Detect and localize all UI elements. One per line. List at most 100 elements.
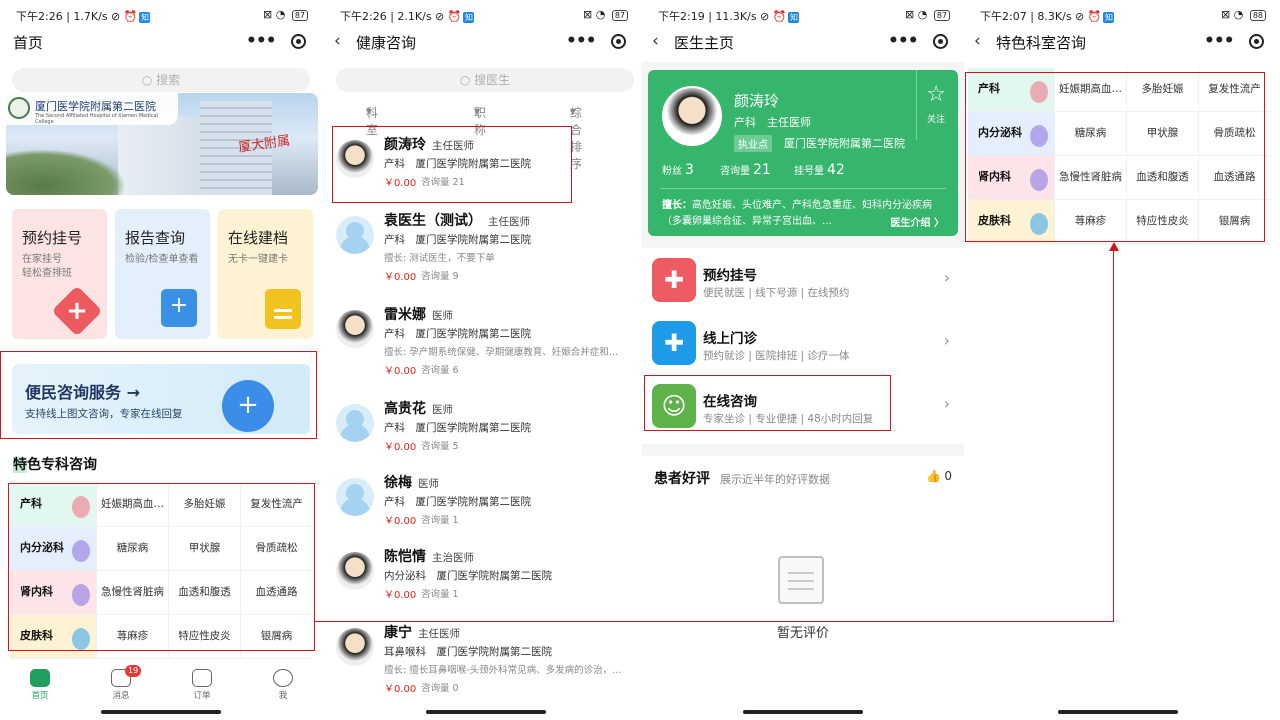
page-title: 健康咨询 [356,34,417,52]
home-indicator [101,710,221,714]
consult-price: ￥0.00 [384,272,417,283]
battery-icon: 87 [291,9,308,21]
doctor-intro-link[interactable]: 医生介绍 〉 [882,214,944,229]
status-speed: 8.3K/s [1037,10,1072,23]
nav-bar: ‹ 特色科室咨询 ••• [964,28,1280,56]
hospital-banner[interactable]: 厦大附属 厦门医学院附属第二医院 The Second Affiliated H… [6,93,318,195]
search-doctor-input[interactable]: ○ 搜医生 [336,68,634,92]
tab-home[interactable]: 首页 [20,669,60,701]
consult-count: 咨询量 6 [421,365,459,376]
doctor-home-screen: 下午2:19 | 11.3K/s ⊘ ⏰ 知 ⊠ ◔ 87 ‹ 医生主页 ••• … [642,0,964,720]
highlight-box [0,351,317,439]
doctor-specialty: 擅长: 孕产期系统保健、孕期健康教育、妊娠合并症和… [384,347,619,358]
doctor-name: 颜涛玲 [734,92,780,110]
hospital-logo-box: 厦门医学院附属第二医院 The Second Affiliated Hospit… [6,93,178,125]
report-query-card[interactable]: 报告查询 检验/检查单查看 + [115,209,210,339]
medical-cross-icon [51,285,103,337]
more-icon[interactable]: ••• [566,31,597,51]
consult-count: 咨询量 1 [421,515,459,526]
online-filing-card[interactable]: 在线建档 无卡一键建卡 [218,209,313,339]
tree-image [6,149,126,195]
nav-bar: 首页 ••• [0,28,322,56]
status-time: 下午2:26 [340,10,387,23]
status-time: 下午2:19 [658,10,705,23]
doctor-avatar [336,310,374,348]
chevron-right-icon: › [943,331,950,350]
more-icon[interactable]: ••• [246,31,277,51]
doctor-list-item[interactable]: 袁医生（测试） 主任医师 产科 厦门医学院附属第二医院 擅长: 测试医生，不要下单 ￥0… [324,204,642,283]
doctor-list-item[interactable]: 徐梅 医师 产科 厦门医学院附属第二医院 ￥0.00 咨询量 1 [324,466,642,540]
doctor-dept-hospital: 产科 厦门医学院附属第二医院 [384,328,531,340]
consult-count: 咨询量 5 [421,441,459,452]
status-time: 下午2:26 [16,10,63,23]
search-input[interactable]: ○ 搜索 [12,68,310,92]
doctor-list-item[interactable]: 康宁 主任医师 耳鼻喉科 厦门医学院附属第二医院 擅长: 擅长耳鼻咽喉-头颈外科常见病… [324,616,642,695]
doctor-dept-hospital: 内分泌科 厦门医学院附属第二医院 [384,570,552,582]
highlight-box [332,126,572,203]
consult-count: 咨询量 9 [421,271,459,282]
close-target-icon[interactable] [933,34,948,49]
status-icons: ⊠ ◔ 87 [583,8,628,21]
doctor-list-item[interactable]: 陈恺情 主治医师 内分泌科 厦门医学院附属第二医院 ￥0.00 咨询量 1 [324,540,642,614]
follow-label[interactable]: 关注 [927,112,945,125]
doctor-name: 雷米娜 医师 [384,307,453,323]
status-bar: 下午2:19 | 11.3K/s ⊘ ⏰ 知 ⊠ ◔ 87 [658,6,950,24]
back-icon[interactable]: ‹ [974,31,981,51]
hospital-name: 厦门医学院附属第二医院 [35,100,156,113]
tab-bar: 首页 19 消息 订单 我 [0,665,322,705]
screenshot-root: 下午2:26 | 1.7K/s ⊘ ⏰ 知 ⊠ ◔ 87 首页 ••• ○ 搜索 … [0,0,1280,720]
status-bar: 下午2:07 | 8.3K/s ⊘ ⏰ 知 ⊠ ◔ 88 [980,6,1266,24]
filter-sort[interactable]: 综合排序 ▾ [570,104,582,171]
more-icon[interactable]: ••• [888,31,919,51]
doctor-name: 袁医生（测试） 主任医师 [384,213,530,229]
stat-consults: 咨询量 21 [720,162,771,178]
doctor-profile-card: 颜涛玲 产科 主任医师 执业点 厦门医学院附属第二医院 ☆ 关注 粉丝 3 咨询量… [648,70,958,236]
connector-line [1113,250,1114,622]
review-section: 患者好评 展示近半年的好评数据 👍 0 暂无评价 [642,456,964,720]
home-indicator [1058,710,1178,714]
home-screen: 下午2:26 | 1.7K/s ⊘ ⏰ 知 ⊠ ◔ 87 首页 ••• ○ 搜索 … [0,0,322,720]
empty-review-text: 暂无评价 [776,626,829,641]
close-target-icon[interactable] [611,34,626,49]
app-notify-icon: 知 [1103,11,1115,23]
star-icon[interactable]: ☆ [926,84,946,106]
doctor-avatar [336,216,374,254]
appointment-card[interactable]: 预约挂号 在家挂号 轻松查排班 [12,209,107,339]
doctor-avatar [336,404,374,442]
doctor-list-item[interactable]: 高贵花 医师 产科 厦门医学院附属第二医院 ￥0.00 咨询量 5 [324,392,642,466]
close-target-icon[interactable] [1249,34,1264,49]
back-icon[interactable]: ‹ [334,31,341,51]
page-title: 医生主页 [674,34,735,52]
service-item[interactable]: ✚ 预约挂号 便民就医 | 线下号源 | 在线预约 › [642,248,964,310]
close-target-icon[interactable] [291,34,306,49]
tab-messages[interactable]: 19 消息 [101,665,142,701]
miniprogram-capsule: ••• [882,30,954,54]
more-icon[interactable]: ••• [1204,31,1235,51]
filter-title[interactable]: 职称 ▾ [474,104,486,137]
empty-scroll-icon [778,556,824,604]
thumbs-up-icon: 👍 [926,469,942,483]
filter-bar: 科室 ▾ 职称 ▾ 综合排序 ▾ [324,104,642,171]
tab-me[interactable]: 我 [263,669,303,701]
status-icons: ⊠ ◔ 87 [905,8,950,21]
doctor-list-item[interactable]: 雷米娜 医师产科 厦门医学院附属第二医院擅长: 孕产期系统保健、孕期健康教育、妊娠… [324,298,642,377]
back-icon[interactable]: ‹ [652,31,659,51]
status-speed: 11.3K/s [715,10,757,23]
doctor-avatar [336,478,374,516]
doctor-specialty: 擅长: 擅长耳鼻咽喉-头颈外科常见病、多发病的诊治，… [384,665,622,676]
battery-icon: 88 [1249,9,1266,21]
status-bar: 下午2:26 | 2.1K/s ⊘ ⏰ 知 ⊠ ◔ 87 [340,6,628,24]
service-name: 线上门诊 [703,331,757,347]
tab-orders[interactable]: 订单 [182,669,222,701]
service-icon: ✚ [652,321,696,365]
filter-department[interactable]: 科室 ▾ [366,104,378,137]
service-item[interactable]: ✚ 线上门诊 预约就诊 | 医院排班 | 诊疗一体 › [642,311,964,373]
doctor-dept-hospital: 产科 厦门医学院附属第二医院 [384,422,531,434]
card-title: 在线建档 [228,229,289,247]
nav-bar: ‹ 医生主页 ••• [642,28,964,56]
consult-price: ￥0.00 [384,366,417,377]
miniprogram-capsule: ••• [240,30,312,54]
report-search-icon: + [161,289,197,327]
connector-arrowhead-icon [1109,242,1119,251]
doctor-name: 徐梅 医师 [384,475,439,491]
